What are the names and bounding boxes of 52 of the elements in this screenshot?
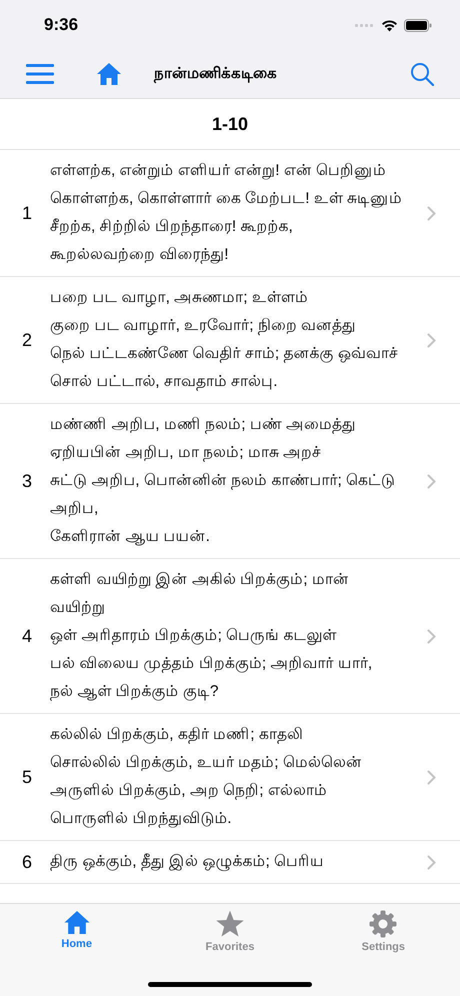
search-icon[interactable] (410, 62, 434, 86)
gear-icon (369, 910, 398, 938)
verse-line: பல் விலைய முத்தம் பிறக்கும்; அறிவார் யார், (50, 654, 374, 675)
verse-line: பறை பட வாழா, அசுணமா; உள்ளம் (50, 288, 309, 309)
verse-line: ஒள் அரிதாரம் பிறக்கும்; பெருங் கடலுள் (50, 626, 338, 647)
verse-line: சொல் பட்டால், சாவதாம் சால்பு. (50, 372, 279, 393)
verse-line: கல்லில் பிறக்கும், கதிர் மணி; காதலி (50, 725, 304, 746)
verse-line: கூறல்லவற்றை விரைந்து! (50, 245, 230, 266)
wifi-icon (381, 18, 398, 32)
home-icon (62, 910, 91, 935)
verse-line: எள்ளற்க, என்றும் எளியர் என்று! என் பெறினும் (50, 161, 388, 182)
menu-icon[interactable] (26, 63, 54, 85)
verse-number: 3 (22, 470, 34, 492)
verse-number: 2 (22, 330, 34, 350)
section-header: 1-10 (0, 99, 460, 150)
verse-line: நல் ஆள் பிறக்கும் குடி? (50, 682, 220, 703)
verse-row[interactable]: 1 எள்ளற்க, என்றும் எளியர் என்று! என் பெறினும் கொள்ளற்க, கொள்ளார் கை மேற்பட! உள் சுடினும் சீறற்க, சிற்றில் பிறந்தாரை! கூறற்க, கூறல்லவற்றை விரைந்து! (0, 150, 460, 277)
verse-row[interactable]: 4 கள்ளி வயிற்று இன் அகில் பிறக்கும்; மான் வயிற்று ஒள் அரிதாரம் பிறக்கும்; பெருங் கடலுள் பல் விலைய முத்தம் பிறக்கும்; அறிவார் யார், நல் ஆள் பிறக்கும் குடி? (0, 559, 460, 714)
verse-line: மண்ணி அறிப, மணி நலம்; பண் அமைத்து (50, 415, 358, 436)
chevron-icon (427, 770, 436, 784)
verse-line: ஏறியபின் அறிப, மா நலம்; மாசு அறச் (50, 443, 322, 464)
verse-number: 5 (22, 766, 34, 788)
chevron-icon (427, 332, 436, 348)
verse-line: அருளில் பிறக்கும், அற நெறி; எல்லாம் (50, 781, 328, 802)
verse-line: கொள்ளற்க, கொள்ளார் கை மேற்பட! உள் சுடினும் (50, 189, 404, 210)
verse-line: கேளிரான் ஆய பயன். (50, 527, 211, 548)
verse-line: பொருளில் பிறந்துவிடும். (50, 809, 233, 830)
verse-line: திரு ஒக்கும், தீது இல் ஒழுக்கம்; பெரிய (50, 852, 326, 873)
verse-line: சீறற்க, சிற்றில் பிறந்தாரை! கூறற்க, (50, 217, 294, 238)
tab-item[interactable]: Home (0, 904, 154, 951)
chevron-icon (427, 854, 436, 870)
verse-number: 4 (22, 626, 34, 646)
home-icon[interactable] (96, 62, 122, 86)
status-time: 9:36 (44, 15, 78, 35)
verse-row[interactable]: 6 திரு ஒக்கும், தீது இல் ஒழுக்கம்; பெரிய (0, 841, 460, 884)
nav-title: நான்மணிக்கடிகை (154, 64, 278, 84)
verse-number: 6 (22, 852, 34, 872)
signal-icon (355, 22, 375, 28)
verse-line: கள்ளி வயிற்று இன் அகில் பிறக்கும்; மான் வயிற்று (50, 570, 350, 618)
verse-line: சொல்லில் பிறக்கும், உயர் மதம்; மெல்லென் (50, 753, 363, 774)
verse-row[interactable]: 2 பறை பட வாழா, அசுணமா; உள்ளம் குறை பட வாழார், உரவோர்; நிறை வனத்து நெல் பட்டகண்ணே வெதிர் சாம்; தனக்கு ஒவ்வாச் சொல் பட்டால், சாவதாம் சால்பு. (0, 277, 460, 404)
battery-icon (404, 18, 432, 32)
verse-line: குறை பட வாழார், உரவோர்; நிறை வனத்து (50, 316, 358, 338)
verse-line: நெல் பட்டகண்ணே வெதிர் சாம்; தனக்கு ஒவ்வாச் (50, 344, 399, 365)
verse-row[interactable]: 5 கல்லில் பிறக்கும், கதிர் மணி; காதலி சொல்லில் பிறக்கும், உயர் மதம்; மெல்லென் அருளில் பிறக்கும், அற நெறி; எல்லாம் பொருளில் பிறந்துவிடும். (0, 714, 460, 841)
verse-row[interactable]: 3 மண்ணி அறிப, மணி நலம்; பண் அமைத்து ஏறியபின் அறிப, மா நலம்; மாசு அறச் சுட்டு அறிப, பொன்னின் நலம் காண்பார்; கெட்டு அறிப, கேளிரான் ஆய பயன். (0, 404, 460, 559)
chevron-icon (427, 628, 436, 644)
verse-line: சுட்டு அறிப, பொன்னின் நலம் காண்பார்; கெட்டு அறிப, (50, 471, 396, 519)
verse-number: 1 (22, 202, 34, 224)
star-icon (214, 910, 245, 938)
chevron-icon (427, 474, 436, 488)
chevron-icon (427, 206, 436, 220)
